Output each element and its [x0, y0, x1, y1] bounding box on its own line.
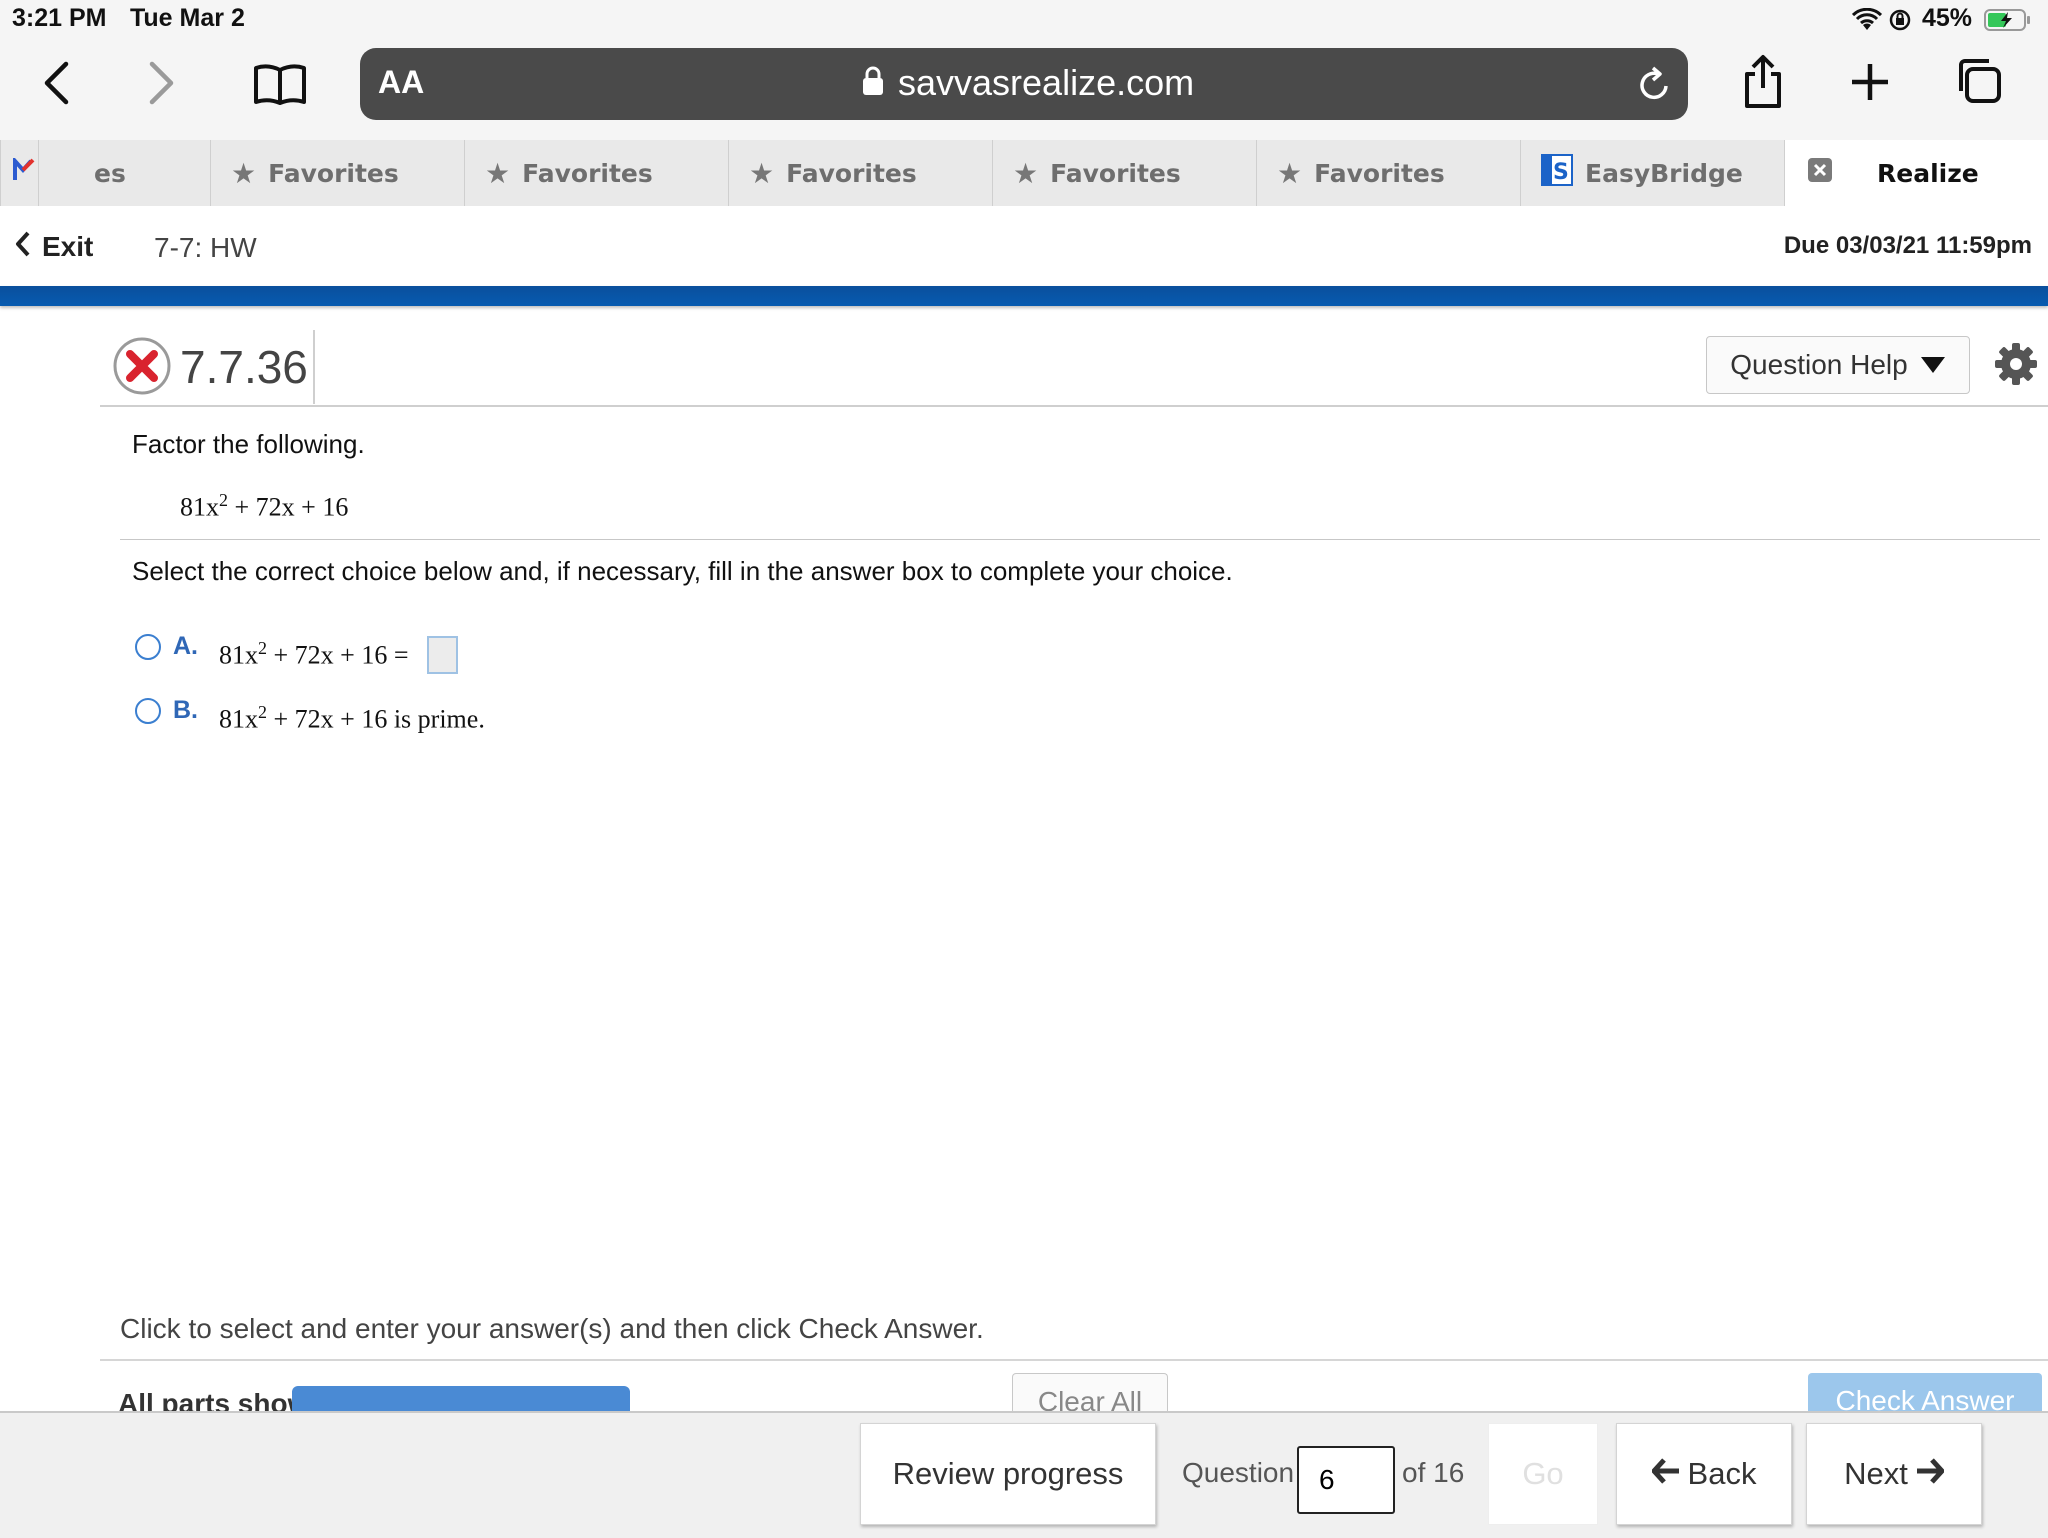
- back-label: Back: [1687, 1456, 1757, 1491]
- expr-exponent: 2: [219, 490, 228, 510]
- star-icon: ★: [749, 156, 775, 190]
- expr-rest: + 72x + 16: [234, 492, 349, 522]
- question-number-input[interactable]: [1297, 1446, 1395, 1514]
- status-date: Tue Mar 2: [130, 4, 245, 32]
- status-bar: 3:21 PM Tue Mar 2 45%: [0, 0, 2048, 40]
- due-date: Due 03/03/21 11:59pm: [1783, 232, 2032, 259]
- go-button[interactable]: Go: [1488, 1423, 1598, 1525]
- question-help-label: Question Help: [1730, 349, 1908, 380]
- choice-a-coef: 81x: [219, 640, 258, 670]
- instruction-help-text: Click to select and enter your answer(s)…: [120, 1313, 984, 1344]
- new-tab-plus-icon[interactable]: [1848, 60, 1892, 104]
- exit-label: Exit: [42, 230, 94, 262]
- incorrect-x-icon: [112, 336, 172, 401]
- star-icon: ★: [231, 156, 257, 190]
- battery-percent: 45%: [1922, 4, 1973, 32]
- choice-b-coef: 81x: [219, 704, 258, 734]
- browser-back-icon[interactable]: [36, 58, 76, 108]
- tab-label: Realize: [1877, 158, 1979, 188]
- assignment-header: Exit 7-7: HW Due 03/03/21 11:59pm: [0, 206, 2048, 286]
- footer-nav: Review progress Question of 16 Go Back N…: [0, 1411, 2048, 1538]
- browser-forward-icon[interactable]: [142, 58, 182, 108]
- instruction-divider: [120, 539, 2040, 540]
- assignment-title: 7-7: HW: [154, 232, 257, 263]
- tab-favorites-3[interactable]: ★ Favorites: [728, 140, 992, 206]
- star-icon: ★: [1013, 156, 1039, 190]
- choice-b-expression: 81x2 + 72x + 16 is prime.: [219, 702, 485, 735]
- star-icon: ★: [1277, 156, 1303, 190]
- tab-realize-active[interactable]: Realize: [1784, 140, 2048, 206]
- review-progress-label: Review progress: [892, 1456, 1124, 1491]
- tab-label: Favorites: [268, 158, 399, 188]
- question-total-label: of 16: [1402, 1457, 1465, 1488]
- tab-favorites-5[interactable]: ★ Favorites: [1256, 140, 1520, 206]
- tab-favorites-4[interactable]: ★ Favorites: [992, 140, 1256, 206]
- question-help-button[interactable]: Question Help: [1706, 336, 1970, 394]
- tab-bar: es ★ Favorites ★ Favorites ★ Favorites ★…: [0, 140, 2048, 207]
- bookmarks-book-icon[interactable]: [252, 60, 308, 108]
- lock-icon: [862, 66, 884, 101]
- arrow-right-icon: [1916, 1456, 1945, 1492]
- expr-coef: 81x: [180, 492, 219, 522]
- gear-icon[interactable]: [1994, 342, 2038, 391]
- tab-easybridge[interactable]: S EasyBridge: [1520, 140, 1784, 206]
- svg-text:S: S: [1553, 160, 1569, 185]
- caret-down-icon: [1920, 349, 1946, 381]
- star-icon: ★: [485, 156, 511, 190]
- tab-label: Favorites: [522, 158, 653, 188]
- review-progress-button[interactable]: Review progress: [860, 1423, 1156, 1525]
- header-divider-bar: [0, 286, 2048, 306]
- question-expression: 81x2 + 72x + 16: [180, 490, 348, 523]
- status-time: 3:21 PM: [12, 4, 107, 32]
- choice-b-exponent: 2: [258, 702, 267, 722]
- choice-a-letter: A.: [173, 632, 198, 660]
- choice-a-exponent: 2: [258, 638, 267, 658]
- question-number-divider: [313, 330, 315, 404]
- answer-input-box[interactable]: [427, 636, 458, 674]
- question-number: 7.7.36: [180, 341, 308, 393]
- tab-label: Favorites: [1050, 158, 1181, 188]
- tab-partial[interactable]: [0, 140, 38, 206]
- next-button[interactable]: Next: [1806, 1423, 1982, 1525]
- tabs-overview-icon[interactable]: [1954, 56, 2004, 106]
- tab-label: EasyBridge: [1585, 158, 1743, 188]
- browser-toolbar: AA savvasrealize.com: [0, 40, 2048, 140]
- choice-a-expression: 81x2 + 72x + 16 =: [219, 638, 409, 671]
- question-instruction: Select the correct choice below and, if …: [132, 556, 1233, 586]
- reload-icon[interactable]: [1636, 64, 1674, 109]
- choice-b-rest: + 72x + 16 is prime.: [273, 704, 485, 734]
- url-bar[interactable]: AA savvasrealize.com: [360, 48, 1688, 120]
- tab-1[interactable]: es: [38, 140, 210, 206]
- question-prompt: Factor the following.: [132, 429, 365, 459]
- tab-favorites-1[interactable]: ★ Favorites: [210, 140, 464, 206]
- choice-b-radio[interactable]: [135, 698, 161, 724]
- tab-label: Favorites: [786, 158, 917, 188]
- tab-favorites-2[interactable]: ★ Favorites: [464, 140, 728, 206]
- exit-button[interactable]: Exit: [14, 230, 93, 263]
- go-label: Go: [1522, 1456, 1564, 1491]
- chevron-left-icon: [14, 230, 32, 263]
- next-label: Next: [1844, 1456, 1908, 1491]
- arrow-left-icon: [1651, 1456, 1680, 1492]
- parts-divider: [100, 1359, 2048, 1361]
- back-button[interactable]: Back: [1616, 1423, 1792, 1525]
- tab-label: Favorites: [1314, 158, 1445, 188]
- url-text: savvasrealize.com: [898, 62, 1195, 103]
- easybridge-logo-icon: S: [1541, 154, 1573, 192]
- share-icon[interactable]: [1740, 52, 1786, 112]
- wifi-icon: [1851, 7, 1883, 37]
- choice-b-letter: B.: [173, 696, 198, 724]
- choice-a-rest: + 72x + 16 =: [273, 640, 409, 670]
- battery-icon: [1984, 8, 2032, 37]
- question-label: Question: [1182, 1457, 1295, 1488]
- app-logo-icon: [13, 155, 35, 188]
- orientation-lock-icon: [1888, 8, 1912, 37]
- text-size-button[interactable]: AA: [378, 64, 424, 101]
- question-header-divider: [100, 405, 2048, 407]
- tab-label: es: [94, 158, 126, 188]
- close-tab-icon[interactable]: [1807, 157, 1833, 189]
- choice-a-radio[interactable]: [135, 634, 161, 660]
